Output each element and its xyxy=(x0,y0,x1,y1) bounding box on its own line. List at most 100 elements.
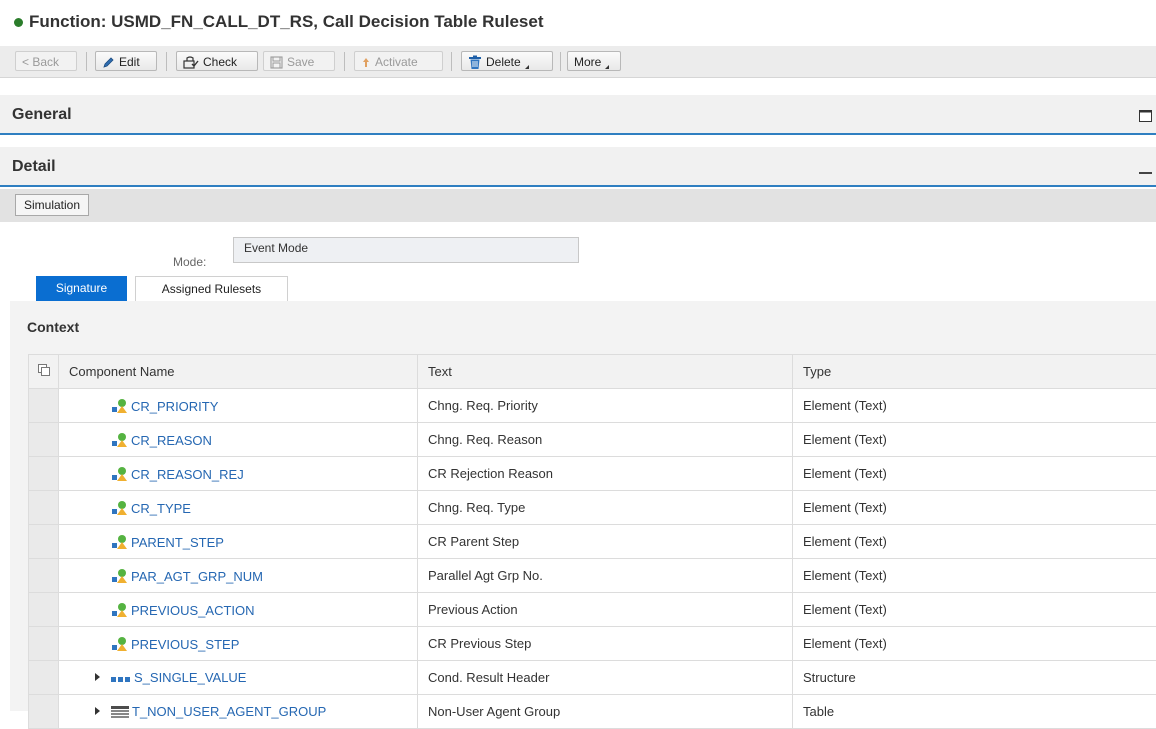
activate-button[interactable]: Activate xyxy=(354,51,443,71)
section-detail[interactable]: Detail xyxy=(0,147,1156,187)
row-selector[interactable] xyxy=(29,423,59,457)
component-name-link[interactable]: CR_TYPE xyxy=(131,501,191,516)
toolbar-separator xyxy=(451,52,452,71)
toolbar-separator xyxy=(86,52,87,71)
table-row[interactable]: T_NON_USER_AGENT_GROUPNon-User Agent Gro… xyxy=(29,695,1156,729)
mode-field[interactable]: Event Mode xyxy=(233,237,579,263)
expand-row-icon[interactable] xyxy=(95,707,100,715)
detail-toolbar: Simulation xyxy=(0,189,1156,222)
table-row[interactable]: CR_REASONChng. Req. ReasonElement (Text) xyxy=(29,423,1156,457)
component-name-cell[interactable]: PREVIOUS_STEP xyxy=(59,627,418,661)
row-selector[interactable] xyxy=(29,389,59,423)
component-name-link[interactable]: PREVIOUS_ACTION xyxy=(131,603,255,618)
section-general[interactable]: General xyxy=(0,95,1156,135)
column-header-text[interactable]: Text xyxy=(418,355,793,389)
table-row[interactable]: CR_TYPEChng. Req. TypeElement (Text) xyxy=(29,491,1156,525)
table-row[interactable]: PAR_AGT_GRP_NUMParallel Agt Grp No.Eleme… xyxy=(29,559,1156,593)
back-button[interactable]: < Back xyxy=(15,51,77,71)
dropdown-icon xyxy=(605,65,609,69)
section-detail-title: Detail xyxy=(12,158,56,176)
page-title: Function: USMD_FN_CALL_DT_RS, Call Decis… xyxy=(29,12,543,32)
dropdown-icon xyxy=(525,65,529,69)
check-label: Check xyxy=(203,55,237,69)
check-icon xyxy=(183,56,199,69)
element-icon xyxy=(111,467,131,482)
text-cell: Chng. Req. Priority xyxy=(418,389,793,423)
type-cell: Table xyxy=(793,695,1156,729)
save-button[interactable]: Save xyxy=(263,51,335,71)
tab-assigned-rulesets[interactable]: Assigned Rulesets xyxy=(135,276,288,301)
text-cell: CR Previous Step xyxy=(418,627,793,661)
type-cell: Element (Text) xyxy=(793,457,1156,491)
title-bar: Function: USMD_FN_CALL_DT_RS, Call Decis… xyxy=(0,0,1156,46)
row-selector[interactable] xyxy=(29,593,59,627)
delete-button[interactable]: Delete xyxy=(461,51,553,71)
text-cell: CR Rejection Reason xyxy=(418,457,793,491)
select-all-cell[interactable] xyxy=(29,355,59,389)
component-name-cell[interactable]: CR_REASON xyxy=(59,423,418,457)
context-title: Context xyxy=(27,319,79,335)
collapse-icon[interactable] xyxy=(1139,171,1152,175)
signature-panel: Context Component Name Text Type CR_PRIO xyxy=(10,301,1156,711)
column-header-component-name[interactable]: Component Name xyxy=(59,355,418,389)
table-row[interactable]: PARENT_STEPCR Parent StepElement (Text) xyxy=(29,525,1156,559)
component-name-link[interactable]: PREVIOUS_STEP xyxy=(131,637,239,652)
table-header-row: Component Name Text Type xyxy=(29,355,1156,389)
type-cell: Element (Text) xyxy=(793,593,1156,627)
expand-icon[interactable] xyxy=(1139,110,1152,122)
activate-icon xyxy=(361,56,371,69)
row-selector[interactable] xyxy=(29,457,59,491)
component-name-link[interactable]: PARENT_STEP xyxy=(131,535,224,550)
delete-label: Delete xyxy=(486,55,521,69)
element-icon xyxy=(111,569,131,584)
row-selector[interactable] xyxy=(29,627,59,661)
pencil-icon xyxy=(102,56,115,69)
type-cell: Element (Text) xyxy=(793,559,1156,593)
row-selector[interactable] xyxy=(29,695,59,729)
floppy-disk-icon xyxy=(270,56,283,69)
column-header-type[interactable]: Type xyxy=(793,355,1156,389)
trash-icon xyxy=(468,55,482,70)
row-selector[interactable] xyxy=(29,559,59,593)
component-name-cell[interactable]: PREVIOUS_ACTION xyxy=(59,593,418,627)
table-row[interactable]: CR_REASON_REJ CR Rejection ReasonElement … xyxy=(29,457,1156,491)
component-name-cell[interactable]: T_NON_USER_AGENT_GROUP xyxy=(59,695,418,729)
component-name-cell[interactable]: S_SINGLE_VALUE xyxy=(59,661,418,695)
type-cell: Element (Text) xyxy=(793,627,1156,661)
select-all-icon[interactable] xyxy=(38,364,50,376)
table-row[interactable]: PREVIOUS_STEP CR Previous StepElement (Te… xyxy=(29,627,1156,661)
toolbar: < Back Edit Check Save Activate xyxy=(0,46,1156,78)
table-row[interactable]: CR_PRIORITY Chng. Req. PriorityElement (T… xyxy=(29,389,1156,423)
context-table: Component Name Text Type CR_PRIORITY Chng… xyxy=(28,354,1156,729)
check-button[interactable]: Check xyxy=(176,51,258,71)
table-row[interactable]: PREVIOUS_ACTIONPrevious ActionElement (T… xyxy=(29,593,1156,627)
component-name-link[interactable]: CR_PRIORITY xyxy=(131,399,218,414)
type-cell: Element (Text) xyxy=(793,389,1156,423)
text-cell: CR Parent Step xyxy=(418,525,793,559)
row-selector[interactable] xyxy=(29,661,59,695)
component-name-link[interactable]: PAR_AGT_GRP_NUM xyxy=(131,569,263,584)
toolbar-separator xyxy=(560,52,561,71)
table-row[interactable]: S_SINGLE_VALUECond. Result HeaderStructu… xyxy=(29,661,1156,695)
simulation-button[interactable]: Simulation xyxy=(15,194,89,216)
component-name-link[interactable]: CR_REASON xyxy=(131,433,212,448)
component-name-cell[interactable]: CR_TYPE xyxy=(59,491,418,525)
component-name-cell[interactable]: PAR_AGT_GRP_NUM xyxy=(59,559,418,593)
element-icon xyxy=(111,501,131,516)
more-button[interactable]: More xyxy=(567,51,621,71)
element-icon xyxy=(111,535,131,550)
component-name-link[interactable]: S_SINGLE_VALUE xyxy=(134,670,246,685)
tab-signature[interactable]: Signature xyxy=(36,276,127,301)
component-name-link[interactable]: T_NON_USER_AGENT_GROUP xyxy=(132,704,326,719)
row-selector[interactable] xyxy=(29,491,59,525)
row-selector[interactable] xyxy=(29,525,59,559)
edit-button[interactable]: Edit xyxy=(95,51,157,71)
save-label: Save xyxy=(287,55,314,69)
component-name-cell[interactable]: CR_PRIORITY xyxy=(59,389,418,423)
component-name-link[interactable]: CR_REASON_REJ xyxy=(131,467,244,482)
component-name-cell[interactable]: CR_REASON_REJ xyxy=(59,457,418,491)
expand-row-icon[interactable] xyxy=(95,673,100,681)
type-cell: Structure xyxy=(793,661,1156,695)
component-name-cell[interactable]: PARENT_STEP xyxy=(59,525,418,559)
edit-label: Edit xyxy=(119,55,140,69)
